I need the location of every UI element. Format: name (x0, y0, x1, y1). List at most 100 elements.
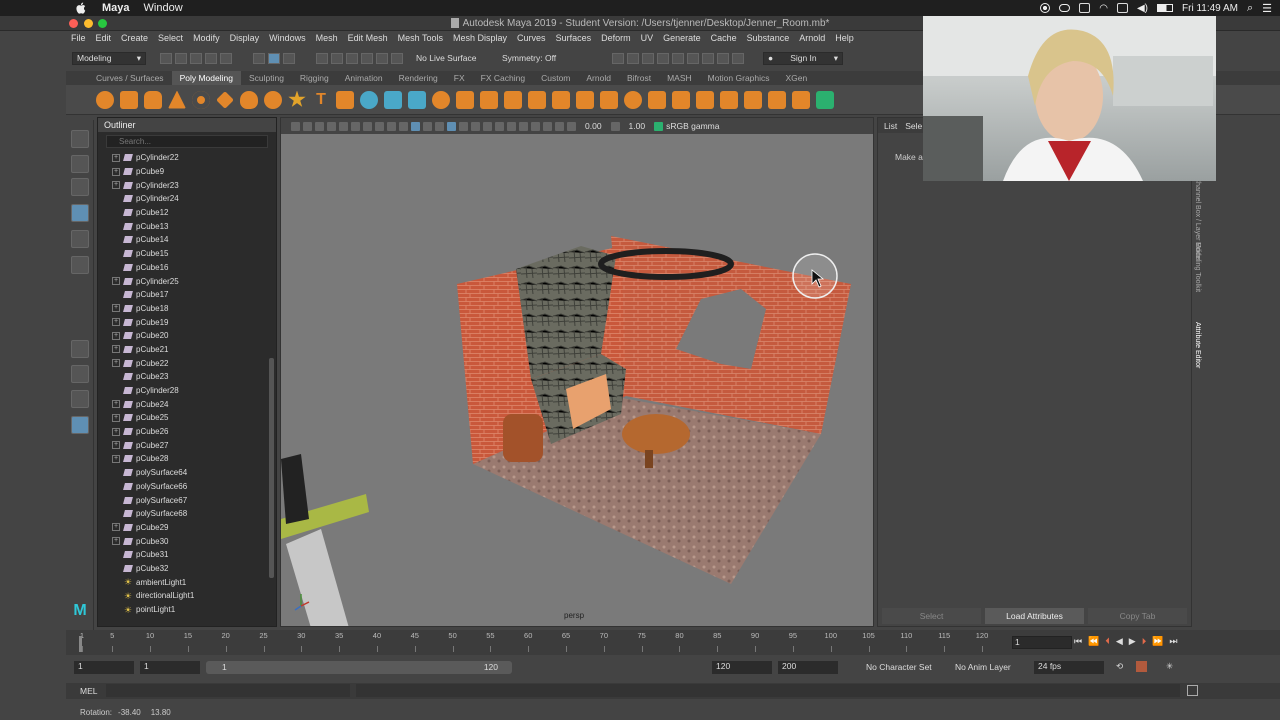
platonic-solid-icon[interactable] (264, 90, 282, 109)
attr-menu-list[interactable]: List (884, 121, 897, 131)
menu-file[interactable]: File (71, 33, 86, 43)
expand-icon[interactable]: + (112, 345, 120, 354)
minimize-window-icon[interactable] (84, 19, 93, 28)
fill-hole-icon[interactable] (600, 90, 618, 109)
volume-icon[interactable]: ◀) (1137, 3, 1148, 14)
wireframe-on-shaded-icon[interactable] (435, 121, 444, 131)
spotlight-search-icon[interactable]: ⌕ (1247, 2, 1253, 15)
color-management-icon[interactable] (654, 121, 664, 131)
outliner-scrollbar[interactable] (269, 358, 274, 578)
shelf-tab-mash[interactable]: MASH (659, 73, 700, 83)
step-forward-frame-icon[interactable]: ⏩ (1152, 636, 1163, 647)
menu-mesh[interactable]: Mesh (316, 33, 338, 43)
airplay-icon[interactable] (1116, 3, 1128, 13)
outliner-item[interactable]: pCube16 (98, 261, 276, 275)
shelf-tab-fx[interactable]: FX (446, 73, 473, 83)
open-scene-icon[interactable] (175, 52, 187, 64)
expand-icon[interactable]: + (112, 523, 120, 532)
outliner-item[interactable]: + pCube18 (98, 302, 276, 316)
menu-window[interactable]: Window (144, 2, 183, 14)
menu-help[interactable]: Help (835, 33, 854, 43)
notification-center-icon[interactable]: ☰ (1262, 2, 1272, 15)
snap-view-plane-icon[interactable] (361, 52, 373, 64)
outliner-item[interactable]: pCylinder24 (98, 192, 276, 206)
rotate-tool-icon[interactable] (71, 230, 89, 248)
outliner-item[interactable]: pCube14 (98, 233, 276, 247)
anim-prefs-icon[interactable]: ✳ (1166, 661, 1173, 672)
light-editor-icon[interactable] (717, 52, 729, 64)
menu-cache[interactable]: Cache (711, 33, 737, 43)
bevel-icon[interactable] (576, 90, 594, 109)
outliner-item[interactable]: ☀ directionalLight1 (98, 589, 276, 603)
menu-surfaces[interactable]: Surfaces (556, 33, 592, 43)
fps-dropdown[interactable]: 24 fps (1034, 661, 1104, 674)
playback-start-field[interactable]: 1 (140, 661, 200, 674)
zoom-window-icon[interactable] (98, 19, 107, 28)
combine-icon[interactable] (360, 90, 378, 109)
expand-icon[interactable]: + (112, 427, 120, 436)
bridge-icon[interactable] (552, 90, 570, 109)
exposure-value[interactable]: 0.00 (585, 121, 602, 131)
play-forwards-icon[interactable]: ▶ (1129, 636, 1136, 647)
persp-outliner-layout-icon[interactable] (71, 390, 89, 408)
outliner-item[interactable]: + pCube22 (98, 356, 276, 370)
outliner-item[interactable]: pCube31 (98, 548, 276, 562)
menu-curves[interactable]: Curves (517, 33, 546, 43)
snap-point-icon[interactable] (346, 52, 358, 64)
outliner-item[interactable]: + pCylinder23 (98, 178, 276, 192)
outliner-item[interactable]: polySurface64 (98, 466, 276, 480)
outliner-item[interactable]: + pCube20 (98, 329, 276, 343)
outliner-item[interactable]: + pCube26 (98, 425, 276, 439)
boolean-difference-icon[interactable] (456, 90, 474, 109)
sculpt-icon[interactable] (624, 90, 642, 109)
outliner-item[interactable]: + pCube9 (98, 165, 276, 179)
select-camera-icon[interactable] (291, 121, 300, 131)
poly-cylinder-icon[interactable] (144, 90, 162, 109)
smooth-shade-icon[interactable] (423, 121, 432, 131)
boolean-union-icon[interactable] (432, 90, 450, 109)
mirror-icon[interactable] (504, 90, 522, 109)
film-gate-icon[interactable] (351, 121, 360, 131)
end-time-field[interactable]: 200 (778, 661, 838, 674)
poly-disc-icon[interactable] (240, 90, 258, 109)
field-chart-icon[interactable] (387, 121, 396, 131)
uv-editor-icon[interactable] (816, 90, 834, 109)
step-back-key-icon[interactable]: ⏴ (1105, 636, 1110, 647)
outliner-item[interactable]: pCube12 (98, 206, 276, 220)
attr-menu-selected[interactable]: Sele (905, 121, 922, 131)
outliner-item[interactable]: + pCube28 (98, 452, 276, 466)
expand-icon[interactable]: + (112, 413, 120, 422)
redo-icon[interactable] (220, 52, 232, 64)
shelf-tab-rigging[interactable]: Rigging (292, 73, 337, 83)
hypershade-icon[interactable] (672, 52, 684, 64)
target-weld-icon[interactable] (672, 90, 690, 109)
extrude-icon[interactable] (528, 90, 546, 109)
textured-icon[interactable] (447, 121, 456, 131)
current-frame-marker[interactable] (79, 636, 82, 652)
outliner-item[interactable]: + pCube19 (98, 315, 276, 329)
loop-icon[interactable]: ⟲ (1116, 661, 1123, 672)
ambient-occlusion-icon[interactable] (483, 121, 492, 131)
anim-layer-dropdown[interactable]: No Anim Layer (955, 662, 1011, 672)
sign-in-button[interactable]: ● Sign In ▾ (763, 51, 843, 65)
connect-icon[interactable] (696, 90, 714, 109)
select-tool-icon[interactable] (71, 130, 89, 148)
xray-joints-icon[interactable] (555, 121, 564, 131)
menu-edit[interactable]: Edit (96, 33, 112, 43)
svg-icon[interactable] (336, 90, 354, 109)
poly-sphere-icon[interactable] (96, 90, 114, 109)
snap-surface-icon[interactable] (391, 52, 403, 64)
render-settings-icon[interactable] (657, 52, 669, 64)
record-icon[interactable] (1040, 3, 1051, 13)
outliner-item[interactable]: polySurface66 (98, 480, 276, 494)
expand-icon[interactable]: + (112, 400, 120, 409)
safe-action-icon[interactable] (399, 121, 408, 131)
copy-tab-button[interactable]: Copy Tab (1088, 608, 1187, 624)
auto-key-icon[interactable] (1136, 661, 1147, 672)
poly-cone-icon[interactable] (168, 90, 186, 109)
menu-edit-mesh[interactable]: Edit Mesh (348, 33, 388, 43)
quad-draw-icon[interactable] (720, 90, 738, 109)
expand-icon[interactable]: + (112, 304, 120, 313)
grid-icon[interactable] (339, 121, 348, 131)
menu-create[interactable]: Create (121, 33, 148, 43)
